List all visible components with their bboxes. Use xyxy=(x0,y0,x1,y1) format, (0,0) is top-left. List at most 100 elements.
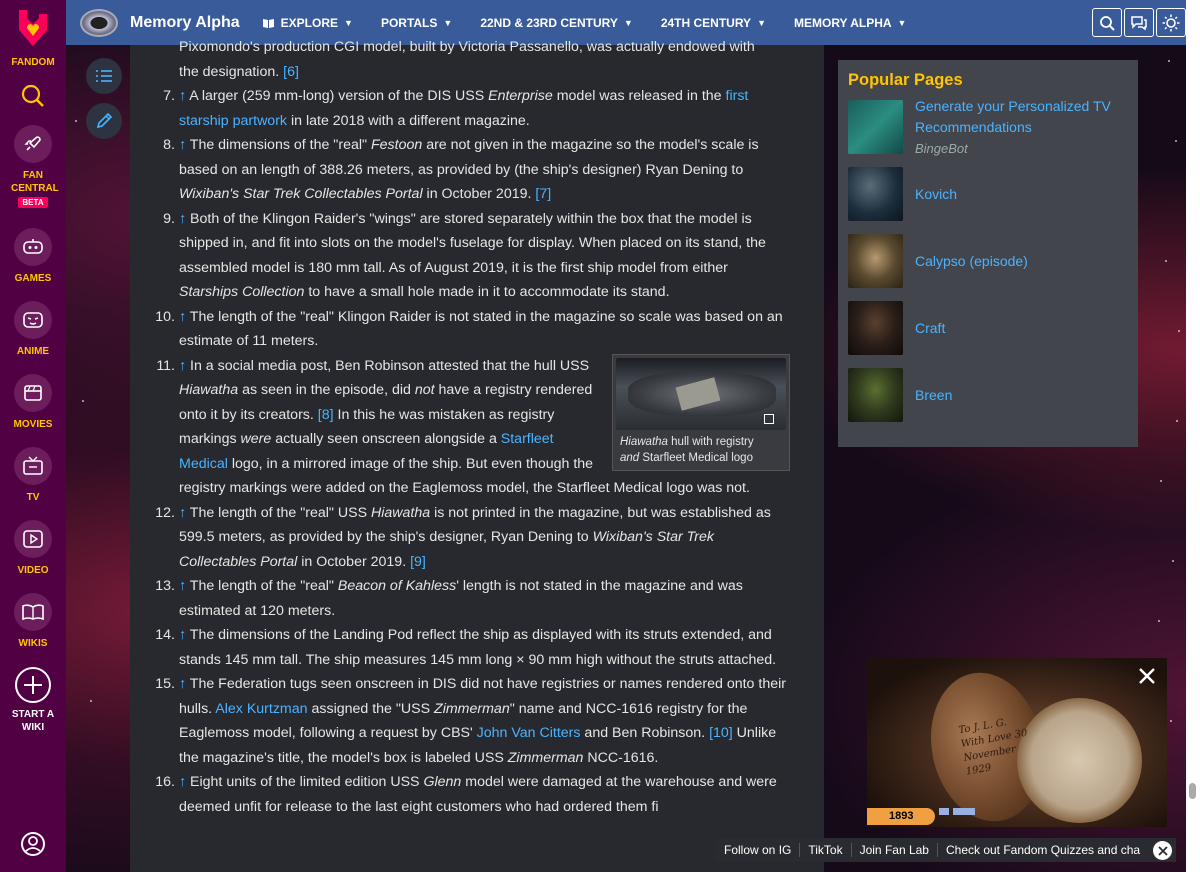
tv-icon xyxy=(14,447,52,485)
hiawatha-thumbnail[interactable]: Hiawatha hull with registry and Starfleet… xyxy=(612,353,790,471)
nav-memory-alpha[interactable]: MEMORY ALPHA ▼ xyxy=(794,16,906,30)
footnote-item: 12. ↑ The length of the "real" USS Hiawat… xyxy=(150,501,790,575)
footnote-item: 15. ↑ The Federation tugs seen onscreen i… xyxy=(150,672,790,770)
footnote-number: 7. xyxy=(163,88,175,104)
background-star xyxy=(1172,560,1174,562)
rail-item-wikis[interactable]: WIKIS xyxy=(0,593,66,650)
theme-toggle-button[interactable] xyxy=(1156,8,1186,37)
edit-button[interactable] xyxy=(86,103,122,139)
rail-label-movies: MOVIES xyxy=(13,419,53,430)
rail-item-movies[interactable]: MOVIES xyxy=(0,374,66,431)
footnote-item: 11. Hiawatha hull with registry and Starfl… xyxy=(150,353,790,501)
rail-item-fan-central[interactable]: FAN CENTRAL BETA xyxy=(0,125,66,208)
beta-badge: BETA xyxy=(18,197,48,208)
popular-item-label[interactable]: Kovich xyxy=(915,184,957,205)
clipped-top-line: Pixomondo's production CGI model, built … xyxy=(179,39,755,80)
fandom-global-rail: FANDOM FAN CENTRAL BETA GAMES ANIME MOVI… xyxy=(0,0,66,872)
rail-item-games[interactable]: GAMES xyxy=(0,228,66,285)
user-icon xyxy=(21,832,45,856)
social-link-tiktok[interactable]: TikTok xyxy=(800,843,852,857)
background-star xyxy=(1175,140,1177,142)
close-icon[interactable] xyxy=(1137,666,1157,686)
expand-icon[interactable] xyxy=(764,413,774,424)
popular-thumbnail xyxy=(848,167,903,221)
popular-item[interactable]: Craft xyxy=(848,301,1128,355)
popular-pages-module: Popular Pages Generate your Personalized… xyxy=(838,60,1138,447)
close-icon xyxy=(1157,845,1168,856)
background-star xyxy=(75,120,77,122)
footnote-item: 8. ↑ The dimensions of the "real" Festoon… xyxy=(150,133,790,207)
popular-item-label[interactable]: Generate your Personalized TV Recommenda… xyxy=(915,96,1128,138)
rail-label-games: GAMES xyxy=(14,273,52,284)
chevron-down-icon: ▼ xyxy=(623,17,633,28)
background-star xyxy=(1176,420,1178,422)
social-bar-close-button[interactable] xyxy=(1153,841,1172,860)
popular-thumbnail xyxy=(848,301,903,355)
nav-explore[interactable]: EXPLORE ▼ xyxy=(262,16,353,30)
rail-label-anime: ANIME xyxy=(16,346,50,357)
social-link-ig[interactable]: Follow on IG xyxy=(716,843,801,857)
search-button[interactable] xyxy=(1092,8,1122,37)
social-link-quizzes[interactable]: Check out Fandom Quizzes and cha xyxy=(938,843,1148,857)
wiki-name-link[interactable]: Memory Alpha xyxy=(130,14,240,32)
user-account-button[interactable] xyxy=(0,831,66,857)
popular-item[interactable]: Calypso (episode) xyxy=(848,234,1128,288)
article-link[interactable]: [7] xyxy=(535,186,551,202)
popular-item[interactable]: Kovich xyxy=(848,167,1128,221)
rail-label-start-a-wiki: START A WIKI xyxy=(11,709,55,733)
rocket-icon xyxy=(14,125,52,163)
nav-portals[interactable]: PORTALS ▼ xyxy=(381,16,452,30)
memory-alpha-logo[interactable] xyxy=(80,8,118,37)
background-star xyxy=(1170,720,1172,722)
chevron-down-icon: ▼ xyxy=(443,17,453,28)
nav-22nd-23rd-century[interactable]: 22ND & 23RD CENTURY ▼ xyxy=(480,16,633,30)
pocket-watch-face xyxy=(1017,698,1142,823)
footnote-number: 9. xyxy=(163,210,175,227)
book-icon xyxy=(14,593,52,631)
popular-item-sub: BingeBot xyxy=(915,140,968,156)
article-link[interactable]: [9] xyxy=(410,554,426,570)
nav-portals-label: PORTALS xyxy=(380,15,438,30)
popular-item[interactable]: Generate your Personalized TV Recommenda… xyxy=(848,98,1128,156)
background-star xyxy=(1168,60,1170,62)
table-of-contents-button[interactable] xyxy=(86,58,122,94)
article-link[interactable]: [8] xyxy=(318,407,334,423)
fandom-heart-icon xyxy=(19,10,47,46)
page-scrollbar-track[interactable] xyxy=(1186,0,1200,872)
featured-video-player[interactable]: To J. L. G. With Love 30 November 1929 1… xyxy=(867,658,1167,827)
fandom-logo[interactable]: FANDOM xyxy=(0,8,66,69)
rail-item-tv[interactable]: TV xyxy=(0,447,66,504)
article-link[interactable]: [10] xyxy=(709,725,733,741)
thumbnail-image[interactable] xyxy=(616,357,786,430)
popular-item-label[interactable]: Craft xyxy=(915,318,945,339)
footnote-number: 10. xyxy=(155,308,175,325)
chevron-down-icon: ▼ xyxy=(344,17,353,28)
popular-item[interactable]: Breen xyxy=(848,368,1128,422)
footnote-number: 8. xyxy=(163,137,175,153)
footnote-item: 14. ↑ The dimensions of the Landing Pod r… xyxy=(150,623,790,672)
rail-search-button[interactable] xyxy=(0,83,66,109)
background-star xyxy=(1178,330,1180,332)
discussions-button[interactable] xyxy=(1124,8,1154,37)
footnote-item: 7. ↑ A larger (259 mm-long) version of th… xyxy=(150,84,790,133)
rail-label-video: VIDEO xyxy=(17,565,49,576)
rail-item-start-a-wiki[interactable]: START A WIKI xyxy=(0,666,66,734)
social-link-fan-lab[interactable]: Join Fan Lab xyxy=(852,843,938,857)
article-link[interactable]: John Van Citters xyxy=(477,725,581,741)
footnote-number: 16. xyxy=(155,774,175,790)
chevron-down-icon: ▼ xyxy=(757,17,766,28)
footnote-number: 15. xyxy=(155,676,175,692)
rail-item-video[interactable]: VIDEO xyxy=(0,520,66,577)
ref-link[interactable]: [6] xyxy=(283,64,299,80)
article-link[interactable]: Alex Kurtzman xyxy=(215,701,307,717)
footnote-item: 9. ↑ Both of the Klingon Raider's "wings"… xyxy=(150,207,790,305)
popular-item-label[interactable]: Breen xyxy=(915,385,952,406)
rail-item-anime[interactable]: ANIME xyxy=(0,301,66,358)
nav-24th-label: 24TH CENTURY xyxy=(660,15,752,30)
nav-24th-century[interactable]: 24TH CENTURY ▼ xyxy=(661,16,766,30)
social-bar: Follow on IG TikTok Join Fan Lab Check o… xyxy=(716,838,1176,862)
fandom-label: FANDOM xyxy=(11,57,55,68)
page-scrollbar-thumb[interactable] xyxy=(1189,783,1196,799)
nav-explore-label: EXPLORE xyxy=(280,15,339,30)
popular-item-label[interactable]: Calypso (episode) xyxy=(915,251,1028,272)
